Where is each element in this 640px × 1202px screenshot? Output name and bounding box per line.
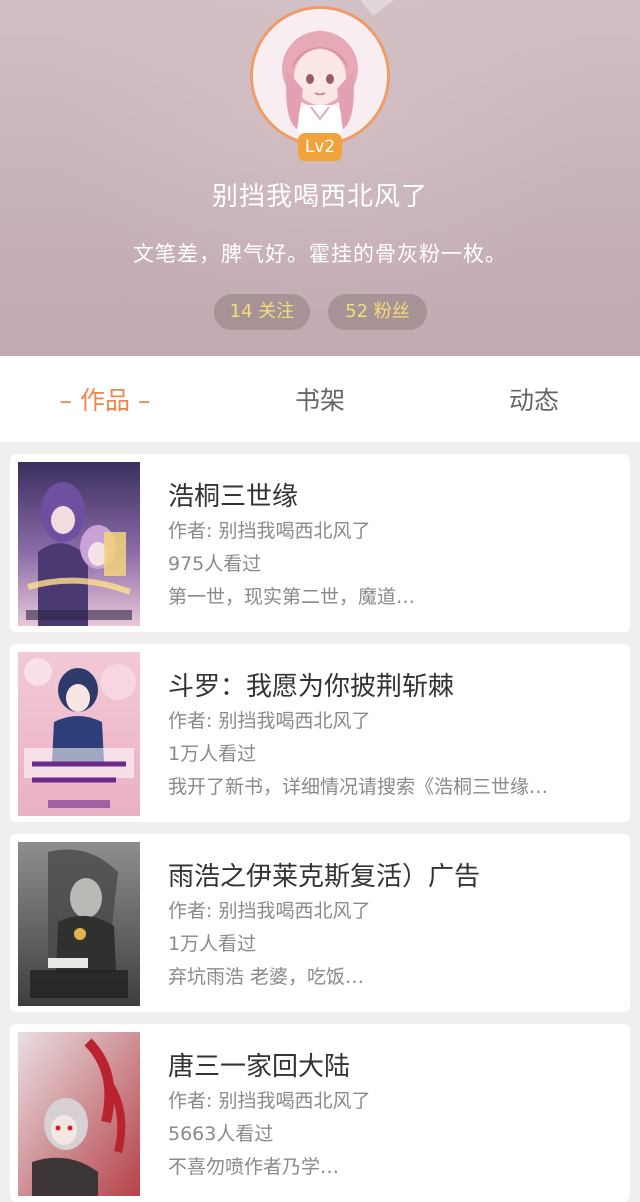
book-cover[interactable]	[18, 652, 140, 816]
book-card[interactable]: 斗罗：我愿为你披荆斩棘 作者: 别挡我喝西北风了 1万人看过 我开了新书，详细情…	[10, 644, 630, 822]
username: 别挡我喝西北风了	[211, 182, 428, 212]
book-description: 弃坑雨浩 老婆，吃饭…	[168, 966, 365, 988]
book-author: 作者: 别挡我喝西北风了	[168, 520, 371, 542]
tab-bookshelf[interactable]: 书架	[255, 356, 385, 442]
book-title[interactable]: 斗罗：我愿为你披荆斩棘	[168, 666, 454, 703]
book-description: 不喜勿喷作者乃学…	[168, 1156, 340, 1178]
book-cover-image	[18, 462, 140, 626]
book-cover[interactable]	[18, 1032, 140, 1196]
book-author: 作者: 别挡我喝西北风了	[168, 900, 371, 922]
book-description: 第一世，现实第二世，魔道…	[168, 586, 416, 608]
fans-count-button[interactable]: 52 粉丝	[328, 294, 427, 330]
avatar[interactable]	[250, 6, 390, 146]
book-card[interactable]: 唐三一家回大陆 作者: 别挡我喝西北风了 5663人看过 不喜勿喷作者乃学…	[10, 1024, 630, 1202]
book-cover[interactable]	[18, 462, 140, 626]
book-views: 5663人看过	[168, 1123, 274, 1145]
profile-header: Lv2 别挡我喝西北风了 文笔差，脾气好。霍挂的骨灰粉一枚。 14 关注 52 …	[0, 0, 640, 356]
book-card[interactable]: 雨浩之伊莱克斯复活）广告 作者: 别挡我喝西北风了 1万人看过 弃坑雨浩 老婆，…	[10, 834, 630, 1012]
book-views: 1万人看过	[168, 743, 257, 765]
avatar-illustration	[253, 9, 387, 143]
book-author: 作者: 别挡我喝西北风了	[168, 1090, 371, 1112]
tab-moments[interactable]: 动态	[469, 356, 599, 442]
bio-text: 文笔差，脾气好。霍挂的骨灰粉一枚。	[133, 242, 507, 266]
profile-tabs: – 作品 – 书架 动态	[0, 356, 640, 442]
tab-works[interactable]: – 作品 –	[40, 356, 170, 442]
book-views: 1万人看过	[168, 933, 257, 955]
book-title[interactable]: 唐三一家回大陆	[168, 1046, 350, 1083]
follow-count-button[interactable]: 14 关注	[214, 294, 310, 330]
avatar-wrap[interactable]: Lv2	[250, 6, 390, 161]
level-badge: Lv2	[298, 133, 342, 161]
book-author: 作者: 别挡我喝西北风了	[168, 710, 371, 732]
book-cover-image	[18, 842, 140, 1006]
book-description: 我开了新书，详细情况请搜索《浩桐三世缘…	[168, 776, 549, 798]
book-cover[interactable]	[18, 842, 140, 1006]
book-views: 975人看过	[168, 553, 262, 575]
book-title[interactable]: 浩桐三世缘	[168, 476, 298, 513]
book-title[interactable]: 雨浩之伊莱克斯复活）广告	[168, 856, 480, 893]
book-cover-image	[18, 652, 140, 816]
book-card[interactable]: 浩桐三世缘 作者: 别挡我喝西北风了 975人看过 第一世，现实第二世，魔道…	[10, 454, 630, 632]
book-cover-image	[18, 1032, 140, 1196]
